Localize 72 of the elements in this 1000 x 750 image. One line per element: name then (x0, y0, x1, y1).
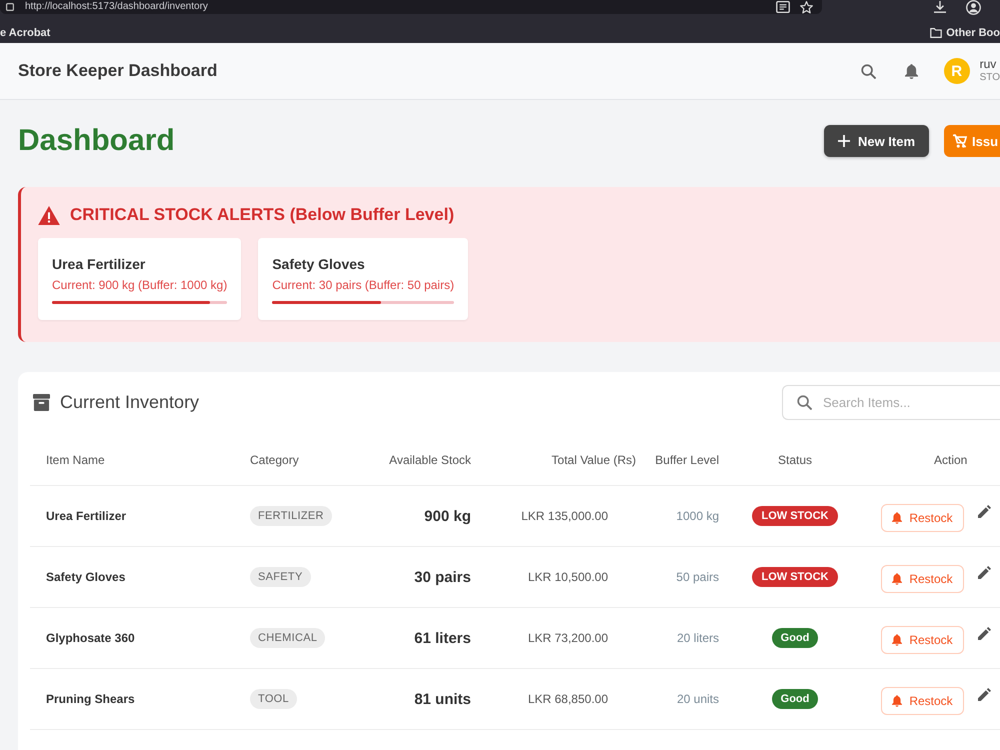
page-icon (6, 3, 14, 11)
folder-icon (930, 28, 942, 38)
column-header: Status (778, 453, 812, 467)
category-tag: FERTILIZER (250, 506, 332, 526)
total-value: LKR 68,850.00 (528, 692, 608, 706)
address-bar[interactable]: http://localhost:5173/dashboard/inventory (0, 0, 822, 14)
bell-icon (892, 694, 902, 706)
stock-amount: 900 kg (424, 508, 471, 524)
status-badge: Good (772, 689, 818, 709)
category-tag: SAFETY (250, 567, 311, 587)
column-header: Buffer Level (655, 453, 719, 467)
star-icon[interactable] (800, 0, 813, 14)
reader-icon[interactable] (776, 1, 790, 13)
edit-icon[interactable] (978, 504, 991, 518)
alert-title: CRITICAL STOCK ALERTS (Below Buffer Level) (70, 205, 454, 225)
archive-icon (33, 394, 50, 411)
column-header: Total Value (Rs) (552, 453, 636, 467)
total-value: LKR 135,000.00 (521, 509, 608, 523)
alert-item-detail: Current: 900 kg (Buffer: 1000 kg) (52, 278, 228, 292)
status-badge: Good (772, 628, 818, 648)
column-header: Action (934, 453, 968, 467)
edit-icon[interactable] (978, 566, 991, 578)
bookmark-folder[interactable]: Other Boo (930, 26, 1000, 38)
restock-button[interactable]: Restock (881, 686, 964, 714)
bell-icon (892, 512, 902, 524)
edit-icon[interactable] (978, 688, 991, 700)
buffer-level: 1000 kg (676, 509, 719, 523)
bell-icon (892, 572, 902, 584)
column-header: Item Name (46, 453, 105, 467)
user-role: STO (980, 71, 1000, 85)
stock-amount: 61 liters (414, 630, 471, 646)
item-name: Glyphosate 360 (46, 631, 135, 645)
profile-icon[interactable] (966, 0, 981, 15)
status-badge: LOW STOCK (752, 506, 838, 526)
alert-item-name: Safety Gloves (272, 256, 366, 273)
category-tag: CHEMICAL (250, 628, 326, 648)
plus-icon (838, 135, 850, 147)
restock-button[interactable]: Restock (881, 626, 964, 654)
alert-item-detail: Current: 30 pairs (Buffer: 50 pairs) (272, 278, 454, 292)
bookmark-link[interactable]: e Acrobat (0, 26, 50, 38)
column-header: Category (250, 453, 299, 467)
user-name: ruv (980, 57, 998, 71)
cart-icon (953, 134, 967, 148)
download-icon[interactable] (934, 1, 946, 13)
bell-icon (892, 634, 902, 646)
stock-amount: 30 pairs (414, 568, 471, 586)
issue-button[interactable]: Issu (944, 125, 1000, 157)
total-value: LKR 10,500.00 (528, 570, 608, 584)
buffer-level: 20 liters (676, 631, 719, 645)
restock-button[interactable]: Restock (881, 564, 964, 592)
buffer-level: 50 pairs (676, 570, 719, 584)
total-value: LKR 73,200.00 (528, 631, 608, 645)
search-field[interactable]: Search Items... (782, 385, 1000, 420)
search-icon (797, 395, 812, 410)
page-title: Dashboard (18, 125, 175, 157)
bell-icon[interactable] (904, 64, 918, 78)
edit-icon[interactable] (978, 626, 991, 640)
search-icon[interactable] (860, 64, 876, 78)
category-tag: TOOL (250, 689, 297, 709)
column-header: Available Stock (389, 453, 471, 467)
item-name: Pruning Shears (46, 692, 135, 706)
app-title: Store Keeper Dashboard (18, 61, 218, 81)
stock-amount: 81 units (414, 690, 471, 708)
status-badge: LOW STOCK (752, 567, 838, 587)
buffer-level: 20 units (676, 692, 719, 706)
new-item-button[interactable]: New Item (824, 125, 929, 157)
item-name: Urea Fertilizer (46, 509, 126, 523)
restock-button[interactable]: Restock (881, 504, 964, 532)
inventory-title: Current Inventory (60, 392, 200, 413)
item-name: Safety Gloves (46, 570, 126, 584)
warning-icon (38, 206, 60, 224)
alert-item-name: Urea Fertilizer (52, 256, 146, 273)
